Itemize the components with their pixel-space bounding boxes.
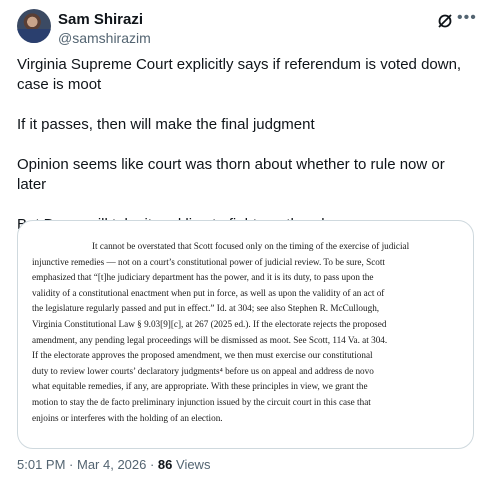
document-line: amendment, any pending legal proceedings… — [32, 334, 388, 345]
document-line: injunctive remedies — not on a court’s c… — [32, 256, 385, 267]
document-line: what equitable remedies, if any, are app… — [32, 381, 368, 392]
document-line: Virginia Constitutional Law § 9.03[9][c]… — [32, 318, 387, 329]
views-label: Views — [172, 457, 211, 472]
document-line: enjoins or interferes with the holding o… — [32, 412, 223, 423]
tweet-date[interactable]: Mar 4, 2026 — [77, 457, 146, 472]
author-handle[interactable]: @samshirazim — [58, 30, 151, 46]
tweet-paragraph: If it passes, then will make the final j… — [17, 116, 315, 133]
attached-image[interactable]: It cannot be overstated that Scott focus… — [17, 220, 474, 449]
tweet-paragraph: Opinion seems like court was thorn about… — [17, 156, 445, 193]
grok-icon[interactable] — [436, 12, 454, 30]
document-line: If the electorate approves the proposed … — [32, 350, 373, 361]
avatar[interactable] — [17, 9, 51, 43]
document-line: validity of a constitutional enactment w… — [32, 287, 385, 298]
tweet-paragraph: Virginia Supreme Court explicitly says i… — [17, 56, 462, 93]
more-icon[interactable]: ••• — [457, 10, 476, 29]
document-line: motion to stay the de facto preliminary … — [32, 396, 371, 407]
document-line: emphasized that “[t]he judiciary departm… — [32, 272, 374, 283]
tweet-header: Sam Shirazi @samshirazim ••• — [17, 9, 476, 49]
document-line: It cannot be overstated that Scott focus… — [92, 241, 410, 251]
tweet-time[interactable]: 5:01 PM — [17, 457, 65, 472]
tweet-meta: 5:01 PM · Mar 4, 2026 · 86 Views — [17, 457, 210, 472]
document-excerpt: It cannot be overstated that Scott focus… — [32, 239, 452, 426]
meta-separator: · — [146, 457, 158, 472]
meta-separator: · — [65, 457, 77, 472]
document-line: the legislature regularly passed and put… — [32, 303, 380, 314]
views-count: 86 — [157, 457, 173, 472]
document-line: duty to review lower courts’ declaratory… — [32, 365, 374, 376]
author-name[interactable]: Sam Shirazi — [58, 11, 143, 28]
